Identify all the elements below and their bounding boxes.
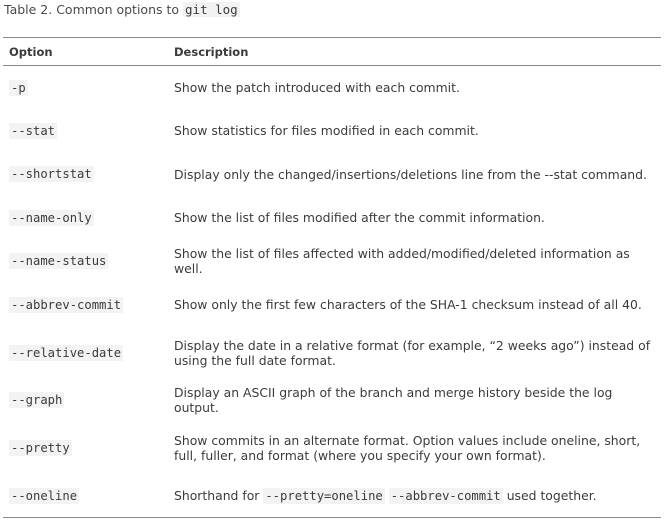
table-row: --stat Show statistics for files modifie… xyxy=(3,109,661,153)
table-row: --abbrev-commit Show only the first few … xyxy=(3,283,661,327)
option-cell: --name-only xyxy=(3,196,172,240)
table-row: --pretty Show commits in an alternate fo… xyxy=(3,422,661,474)
option-cell: --pretty xyxy=(3,422,172,474)
option-code: --name-status xyxy=(9,253,109,270)
description-cell: Show commits in an alternate format. Opt… xyxy=(174,433,641,463)
options-table: Option Description -p Show the patch int… xyxy=(3,37,661,518)
header-description: Description xyxy=(172,37,661,66)
description-cell: Display only the changed/insertions/dele… xyxy=(174,166,647,182)
option-code: --oneline xyxy=(9,487,80,504)
option-code: --stat xyxy=(9,122,58,139)
table-row: --oneline Shorthand for --pretty=oneline… xyxy=(3,474,661,518)
header-option: Option xyxy=(3,37,172,66)
option-code: --graph xyxy=(9,392,65,409)
table-row: --name-status Show the list of files aff… xyxy=(3,240,661,284)
option-cell: --relative-date xyxy=(3,327,172,379)
table-row: --name-only Show the list of files modif… xyxy=(3,196,661,240)
option-cell: -p xyxy=(3,66,172,110)
option-cell: --abbrev-commit xyxy=(3,283,172,327)
option-cell: --oneline xyxy=(3,474,172,518)
table-row: --shortstat Display only the changed/ins… xyxy=(3,153,661,197)
description-cell: Show the list of files modified after th… xyxy=(174,210,545,226)
caption-code: git log xyxy=(183,2,240,17)
description-cell: Show the patch introduced with each comm… xyxy=(174,80,460,95)
description-cell: Shorthand for --pretty=oneline --abbrev-… xyxy=(172,474,661,518)
caption-text: Table 2. Common options to xyxy=(4,2,184,17)
description-cell: Show the list of files affected with add… xyxy=(174,246,630,277)
description-cell: Display an ASCII graph of the branch and… xyxy=(174,385,613,416)
table-row: --graph Display an ASCII graph of the br… xyxy=(3,379,661,423)
option-cell: --shortstat xyxy=(3,153,172,197)
table-row: -p Show the patch introduced with each c… xyxy=(3,66,661,110)
option-code: --abbrev-commit xyxy=(9,296,124,313)
description-text: used together. xyxy=(502,487,597,503)
description-text: Shorthand for xyxy=(174,487,264,503)
option-code: --pretty xyxy=(9,440,72,456)
inline-code: --pretty=oneline xyxy=(263,487,385,504)
option-cell: --graph xyxy=(3,379,172,423)
inline-code: --abbrev-commit xyxy=(388,487,503,504)
option-cell: --stat xyxy=(3,109,172,153)
option-code: -p xyxy=(9,79,28,96)
table-row: --relative-date Display the date in a re… xyxy=(3,327,661,379)
option-code: --name-only xyxy=(9,209,94,226)
table-header-row: Option Description xyxy=(3,37,661,66)
description-cell: Show statistics for files modified in ea… xyxy=(174,123,479,139)
option-code: --relative-date xyxy=(9,344,124,361)
option-cell: --name-status xyxy=(3,240,172,284)
description-cell: Display the date in a relative format (f… xyxy=(174,337,651,368)
option-code: --shortstat xyxy=(9,166,94,183)
description-cell: Show only the first few characters of th… xyxy=(174,297,642,313)
table-caption: Table 2. Common options to git log xyxy=(4,2,240,18)
